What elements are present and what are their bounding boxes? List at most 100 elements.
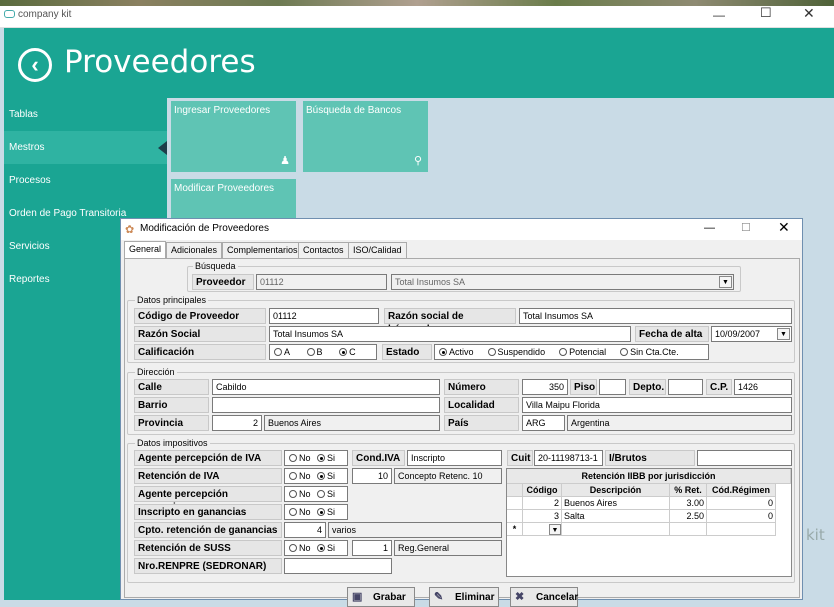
grid-header-regimen: Cód.Régimen [707,484,776,497]
dialog-close-button[interactable]: ✕ [778,219,790,236]
row-header [507,497,523,510]
barrio-field[interactable] [212,397,440,413]
grid-cell-ret[interactable]: 3.00 [670,497,707,510]
ret-iva-no-radio[interactable] [289,472,297,480]
razon-busqueda-field[interactable]: Total Insumos SA [519,308,792,324]
cancelar-label: Cancelar [536,592,579,603]
cuit-field[interactable]: 20-11198713-1 [534,450,603,466]
perc-iva-radio-group: No Si [284,450,348,466]
ret-suss-radio-group: No Si [284,540,348,556]
cpto-ganancias-code-field[interactable]: 4 [284,522,326,538]
si-label: Si [327,489,336,499]
numero-field[interactable]: 350 [522,379,568,395]
eliminar-label: Eliminar [455,592,495,603]
eliminar-button[interactable]: ✎ Eliminar [429,587,499,607]
tile-busqueda-bancos[interactable]: Búsqueda de Bancos ⚲ [303,101,428,172]
si-label: Si [327,543,336,553]
grabar-button[interactable]: ▣ Grabar [347,587,415,607]
insc-gan-si-radio[interactable] [317,508,326,516]
tab-complementarios[interactable]: Complementarios [222,242,303,258]
close-button[interactable]: ✕ [803,5,815,22]
dialog-minimize-button[interactable]: — [704,222,715,234]
calle-field[interactable]: Cabildo [212,379,440,395]
sidebar-item-procesos[interactable]: Procesos [4,164,167,197]
sidebar-item-tablas[interactable]: Tablas [4,98,167,131]
perc-iva-label: Agente percepción de IVA [134,450,282,466]
calificacion-c-radio[interactable] [339,348,348,356]
proveedor-name-select[interactable]: Total Insumos SA [391,274,734,290]
search-icon: ⚲ [413,155,422,167]
no-label: No [299,507,311,517]
chevron-down-icon[interactable]: ▼ [719,276,732,288]
grid-cell-descripcion[interactable]: Salta [562,510,670,523]
grid-cell-codigo[interactable]: 3 [523,510,562,523]
perc-iva-no-radio[interactable] [289,454,297,462]
perc-iva-si-radio[interactable] [317,454,326,462]
cancelar-button[interactable]: ✖ Cancelar [510,587,578,607]
grid-header-codigo: Código [523,484,562,497]
tab-iso-calidad[interactable]: ISO/Calidad [348,242,407,258]
dialog-maximize-button[interactable]: ☐ [741,221,751,234]
calificacion-radio-group: A B C [269,344,377,360]
ret-suss-desc-field: Reg.General [394,540,502,556]
estado-activo-radio[interactable] [439,348,447,356]
ret-iva-label: Retención de IVA [134,468,282,484]
estado-potencial-radio[interactable] [559,348,568,356]
ret-suss-no-radio[interactable] [289,544,297,552]
ret-iva-si-radio[interactable] [317,472,326,480]
depto-field[interactable] [668,379,703,395]
grid-cell-regimen[interactable]: 0 [707,510,776,523]
calificacion-b-radio[interactable] [306,348,315,356]
perc-gan-si-radio[interactable] [317,490,326,498]
cond-iva-field[interactable]: Inscripto [407,450,502,466]
proveedor-code-field[interactable]: 01112 [256,274,387,290]
cpto-ganancias-desc-field: varios [328,522,502,538]
pais-label: País [444,415,519,431]
cond-iva-label: Cond.IVA [352,450,405,466]
direccion-group-label: Dirección [135,367,177,377]
minimize-button[interactable]: — [713,8,725,22]
perc-gan-no-radio[interactable] [289,490,297,498]
grid-cell-descripcion[interactable]: Buenos Aires [562,497,670,510]
fecha-alta-label: Fecha de alta [635,326,709,342]
grid-new-descripcion[interactable] [562,523,670,536]
estado-sin-ctacte-radio[interactable] [620,348,629,356]
tile-ingresar-proveedores[interactable]: Ingresar Proveedores ♟ [171,101,296,172]
tab-adicionales[interactable]: Adicionales [166,242,223,258]
dialog-app-icon: ✿ [125,224,135,236]
chevron-down-icon[interactable]: ▼ [549,524,561,535]
grid-new-regimen[interactable] [707,523,776,536]
codigo-proveedor-field[interactable]: 01112 [269,308,379,324]
grid-cell-codigo[interactable]: 2 [523,497,562,510]
calendar-dropdown-icon[interactable]: ▼ [777,328,790,340]
iibb-grid: Retención IIBB por jurisdicción Código D… [506,468,792,577]
pais-code-field[interactable]: ARG [522,415,565,431]
tile-label: Búsqueda de Bancos [306,105,402,116]
calificacion-a-radio[interactable] [274,348,282,356]
grid-title: Retención IIBB por jurisdicción [507,469,791,484]
insc-gan-no-radio[interactable] [289,508,297,516]
piso-field[interactable] [599,379,626,395]
grid-cell-regimen[interactable]: 0 [707,497,776,510]
sidebar-item-mestros[interactable]: Mestros [4,131,167,164]
tab-contactos[interactable]: Contactos [298,242,349,258]
ret-suss-si-radio[interactable] [317,544,326,552]
tab-general[interactable]: General [124,241,167,258]
ret-iva-code-field[interactable]: 10 [352,468,392,484]
provincia-code-field[interactable]: 2 [212,415,262,431]
localidad-field[interactable]: Villa Maipu Florida [522,397,792,413]
grid-cell-ret[interactable]: 2.50 [670,510,707,523]
cp-field[interactable]: 1426 [734,379,792,395]
razon-social-field[interactable]: Total Insumos SA [269,326,631,342]
user-icon: ♟ [280,155,290,167]
estado-suspendido-radio[interactable] [487,348,496,356]
maximize-button[interactable]: ☐ [760,5,772,21]
proveedor-label: Proveedor [192,274,254,290]
ret-suss-code-field[interactable]: 1 [352,540,392,556]
grid-new-ret[interactable] [670,523,707,536]
iibb-label: I/Brutos [605,450,695,466]
estado-label: Estado [382,344,432,360]
iibb-field[interactable] [697,450,792,466]
back-button[interactable]: ‹ [18,48,52,82]
renpre-field[interactable] [284,558,392,574]
